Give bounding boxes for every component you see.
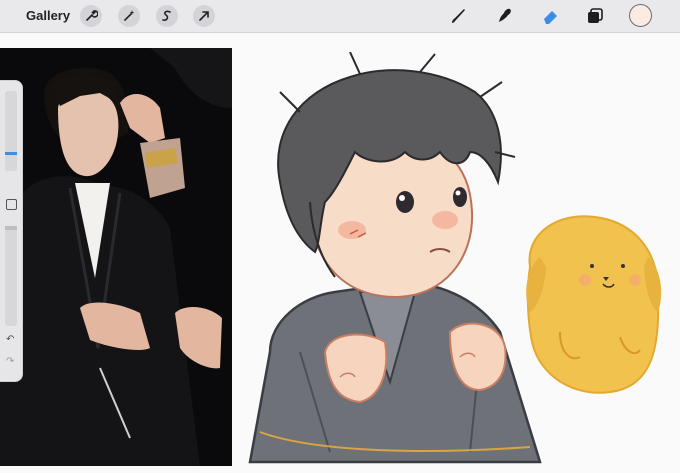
undo-icon[interactable]: ↶ [6, 334, 14, 345]
brush-size-thumb[interactable] [5, 152, 17, 155]
layers-icon[interactable] [583, 4, 607, 28]
wrench-icon[interactable] [80, 5, 102, 27]
arrow-icon[interactable] [193, 5, 215, 27]
brush-icon[interactable] [447, 4, 471, 28]
chibi-drawing [240, 51, 680, 467]
opacity-thumb[interactable] [5, 226, 17, 230]
magic-wand-icon[interactable] [118, 5, 140, 27]
top-toolbar: Gallery [0, 0, 680, 33]
brush-sidebar: ↶ ↷ [0, 80, 23, 382]
eraser-icon[interactable] [539, 4, 563, 28]
color-swatch[interactable] [629, 4, 652, 27]
modify-button-icon[interactable] [6, 199, 17, 210]
redo-icon[interactable]: ↷ [6, 356, 14, 367]
brush-size-slider[interactable] [5, 91, 17, 171]
smudge-icon[interactable] [493, 4, 517, 28]
opacity-slider[interactable] [5, 226, 17, 326]
gallery-button[interactable]: Gallery [26, 8, 70, 23]
reference-photo [0, 48, 232, 466]
selection-icon[interactable] [156, 5, 178, 27]
